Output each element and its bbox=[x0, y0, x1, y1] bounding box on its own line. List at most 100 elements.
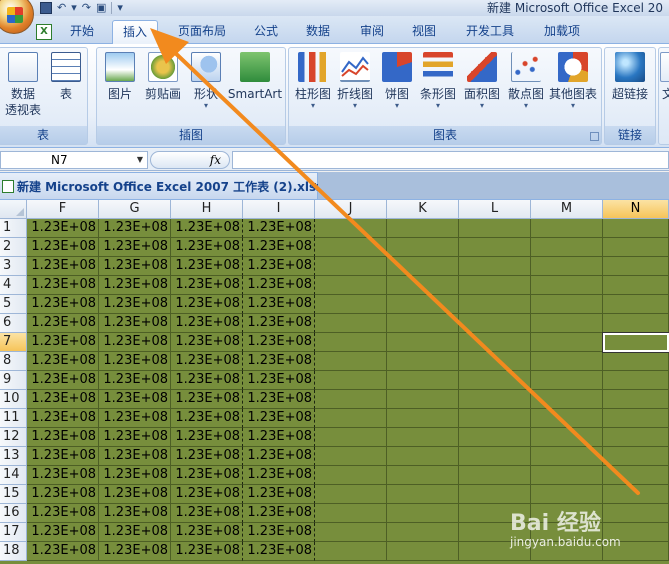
cell-m10[interactable] bbox=[531, 390, 603, 409]
column-header-g[interactable]: G bbox=[99, 200, 171, 219]
tab-formulas[interactable]: 公式 bbox=[244, 20, 288, 44]
cell-k13[interactable] bbox=[387, 447, 459, 466]
tab-insert[interactable]: 插入 bbox=[112, 20, 159, 44]
cell-g6[interactable]: 1.23E+08 bbox=[99, 314, 171, 333]
cell-k9[interactable] bbox=[387, 371, 459, 390]
cell-n15[interactable] bbox=[603, 485, 669, 504]
cell-g4[interactable]: 1.23E+08 bbox=[99, 276, 171, 295]
cell-m8[interactable] bbox=[531, 352, 603, 371]
cell-l7[interactable] bbox=[459, 333, 531, 352]
cell-h13[interactable]: 1.23E+08 bbox=[171, 447, 243, 466]
cell-l8[interactable] bbox=[459, 352, 531, 371]
row-header-15[interactable]: 15 bbox=[0, 485, 27, 504]
pie-chart-button[interactable]: 饼图 ▾ bbox=[379, 52, 415, 110]
cell-h10[interactable]: 1.23E+08 bbox=[171, 390, 243, 409]
cell-n3[interactable] bbox=[603, 257, 669, 276]
cell-j14[interactable] bbox=[315, 466, 387, 485]
cell-l11[interactable] bbox=[459, 409, 531, 428]
tab-view[interactable]: 视图 bbox=[402, 20, 446, 44]
cell-j11[interactable] bbox=[315, 409, 387, 428]
cell-k3[interactable] bbox=[387, 257, 459, 276]
cell-j6[interactable] bbox=[315, 314, 387, 333]
cell-l3[interactable] bbox=[459, 257, 531, 276]
cell-f9[interactable]: 1.23E+08 bbox=[27, 371, 99, 390]
cell-l4[interactable] bbox=[459, 276, 531, 295]
cell-k14[interactable] bbox=[387, 466, 459, 485]
row-header-2[interactable]: 2 bbox=[0, 238, 27, 257]
cell-l1[interactable] bbox=[459, 219, 531, 238]
cell-n4[interactable] bbox=[603, 276, 669, 295]
cell-j7[interactable] bbox=[315, 333, 387, 352]
cell-i14[interactable]: 1.23E+08 bbox=[243, 466, 315, 485]
cell-h3[interactable]: 1.23E+08 bbox=[171, 257, 243, 276]
cell-j5[interactable] bbox=[315, 295, 387, 314]
row-header-1[interactable]: 1 bbox=[0, 219, 27, 238]
cell-k12[interactable] bbox=[387, 428, 459, 447]
cell-k17[interactable] bbox=[387, 523, 459, 542]
cell-f14[interactable]: 1.23E+08 bbox=[27, 466, 99, 485]
cell-k18[interactable] bbox=[387, 542, 459, 561]
cell-j1[interactable] bbox=[315, 219, 387, 238]
print-preview-icon[interactable]: ▣ bbox=[96, 1, 106, 15]
cell-k15[interactable] bbox=[387, 485, 459, 504]
row-header-3[interactable]: 3 bbox=[0, 257, 27, 276]
cell-i11[interactable]: 1.23E+08 bbox=[243, 409, 315, 428]
row-header-7[interactable]: 7 bbox=[0, 333, 27, 352]
cell-g7[interactable]: 1.23E+08 bbox=[99, 333, 171, 352]
cell-h6[interactable]: 1.23E+08 bbox=[171, 314, 243, 333]
row-header-9[interactable]: 9 bbox=[0, 371, 27, 390]
cell-h11[interactable]: 1.23E+08 bbox=[171, 409, 243, 428]
shapes-button[interactable]: 形状 ▾ bbox=[187, 52, 225, 110]
cell-f15[interactable]: 1.23E+08 bbox=[27, 485, 99, 504]
row-header-18[interactable]: 18 bbox=[0, 542, 27, 561]
cell-l15[interactable] bbox=[459, 485, 531, 504]
cell-f6[interactable]: 1.23E+08 bbox=[27, 314, 99, 333]
cell-m11[interactable] bbox=[531, 409, 603, 428]
line-chart-button[interactable]: 折线图 ▾ bbox=[335, 52, 375, 110]
cell-f8[interactable]: 1.23E+08 bbox=[27, 352, 99, 371]
cell-n14[interactable] bbox=[603, 466, 669, 485]
tab-data[interactable]: 数据 bbox=[296, 20, 340, 44]
bar-chart-button[interactable]: 条形图 ▾ bbox=[417, 52, 459, 110]
cell-j9[interactable] bbox=[315, 371, 387, 390]
cell-i3[interactable]: 1.23E+08 bbox=[243, 257, 315, 276]
cell-g2[interactable]: 1.23E+08 bbox=[99, 238, 171, 257]
cell-g13[interactable]: 1.23E+08 bbox=[99, 447, 171, 466]
cell-j4[interactable] bbox=[315, 276, 387, 295]
text-button[interactable]: 文 bbox=[659, 52, 669, 102]
cell-i18[interactable]: 1.23E+08 bbox=[243, 542, 315, 561]
cell-j12[interactable] bbox=[315, 428, 387, 447]
tab-page-layout[interactable]: 页面布局 bbox=[168, 20, 236, 44]
other-charts-button[interactable]: 其他图表 ▾ bbox=[547, 52, 599, 110]
cell-k5[interactable] bbox=[387, 295, 459, 314]
cell-j3[interactable] bbox=[315, 257, 387, 276]
cell-n5[interactable] bbox=[603, 295, 669, 314]
column-header-l[interactable]: L bbox=[459, 200, 531, 219]
cell-k10[interactable] bbox=[387, 390, 459, 409]
cell-j15[interactable] bbox=[315, 485, 387, 504]
dropdown-arrow-icon[interactable]: ▾ bbox=[71, 1, 77, 15]
cell-i5[interactable]: 1.23E+08 bbox=[243, 295, 315, 314]
cell-g8[interactable]: 1.23E+08 bbox=[99, 352, 171, 371]
cell-i10[interactable]: 1.23E+08 bbox=[243, 390, 315, 409]
cell-m2[interactable] bbox=[531, 238, 603, 257]
picture-button[interactable]: 图片 bbox=[101, 52, 139, 102]
cell-h15[interactable]: 1.23E+08 bbox=[171, 485, 243, 504]
customize-qat-icon[interactable]: ▾ bbox=[117, 1, 123, 15]
cell-g18[interactable]: 1.23E+08 bbox=[99, 542, 171, 561]
pivot-table-button[interactable]: 数据 透视表 bbox=[1, 52, 45, 118]
column-header-j[interactable]: J bbox=[315, 200, 387, 219]
cell-k8[interactable] bbox=[387, 352, 459, 371]
cell-f12[interactable]: 1.23E+08 bbox=[27, 428, 99, 447]
cell-j18[interactable] bbox=[315, 542, 387, 561]
cell-m3[interactable] bbox=[531, 257, 603, 276]
cell-j16[interactable] bbox=[315, 504, 387, 523]
cell-h5[interactable]: 1.23E+08 bbox=[171, 295, 243, 314]
undo-icon[interactable]: ↶ bbox=[57, 1, 66, 15]
cell-h16[interactable]: 1.23E+08 bbox=[171, 504, 243, 523]
cell-f1[interactable]: 1.23E+08 bbox=[27, 219, 99, 238]
cell-g10[interactable]: 1.23E+08 bbox=[99, 390, 171, 409]
cell-m1[interactable] bbox=[531, 219, 603, 238]
cell-n6[interactable] bbox=[603, 314, 669, 333]
cell-n2[interactable] bbox=[603, 238, 669, 257]
